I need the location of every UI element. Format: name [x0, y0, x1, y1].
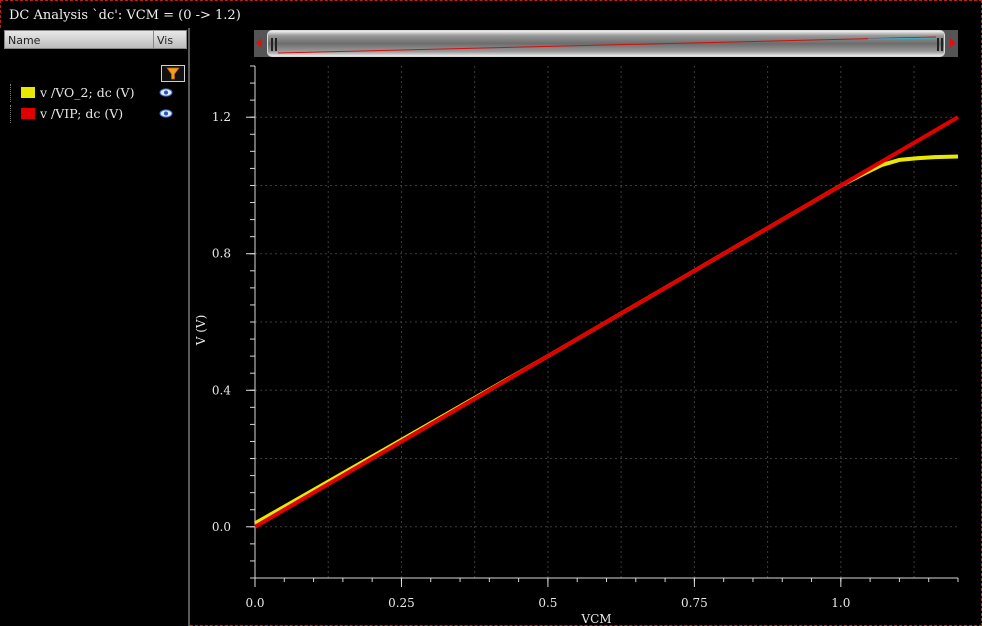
trace-color-swatch	[21, 87, 35, 98]
trace-label: v /VO_2; dc (V)	[40, 85, 135, 100]
x-tick-label: 0.5	[538, 596, 557, 610]
x-tick-label: 0.75	[681, 596, 708, 610]
eye-icon[interactable]	[159, 108, 173, 119]
eye-icon[interactable]	[159, 87, 173, 98]
scroll-left-arrow-icon[interactable]	[256, 38, 262, 48]
legend-item-vip[interactable]: v /VIP; dc (V)	[10, 105, 180, 123]
y-tick-label: 1.2	[212, 110, 231, 124]
zoom-scrollbar[interactable]	[254, 30, 958, 57]
x-tick-label: 0.25	[388, 596, 415, 610]
filter-button[interactable]	[161, 65, 185, 82]
axes: 0.0 0.4 0.8 1.2 0.0 0.25 0.5 0.75 1.0	[212, 65, 959, 610]
trace-color-swatch	[21, 108, 35, 119]
legend-panel: Name Vis v /VO_2; dc (V) v /VIP; dc (V)	[0, 28, 190, 626]
filter-icon	[166, 67, 180, 80]
series-line-0	[254, 154, 959, 526]
zoom-scrollbar-thumb[interactable]	[267, 30, 945, 57]
tree-connector	[10, 84, 19, 102]
legend-item-vo2[interactable]: v /VO_2; dc (V)	[10, 84, 180, 102]
x-tick-label: 1.0	[831, 596, 850, 610]
trace-label: v /VIP; dc (V)	[40, 106, 124, 121]
scroll-right-arrow-icon[interactable]	[950, 38, 956, 48]
y-tick-label: 0.8	[212, 247, 231, 261]
tree-connector	[10, 105, 19, 123]
column-header-name[interactable]: Name	[4, 30, 154, 49]
y-tick-label: 0.4	[212, 383, 231, 397]
plot-area[interactable]: 0.0 0.4 0.8 1.2 0.0 0.25 0.5 0.75 1.0 VCM V (V)	[190, 58, 980, 626]
y-axis-title: V (V)	[194, 315, 208, 347]
x-axis-title: VCM	[580, 612, 611, 626]
overview-trace-icon	[271, 36, 943, 54]
x-tick-label: 0.0	[245, 596, 264, 610]
column-header-vis[interactable]: Vis	[153, 30, 187, 49]
y-tick-label: 0.0	[212, 520, 231, 534]
window-title: DC Analysis `dc': VCM = (0 -> 1.2)	[9, 8, 241, 23]
